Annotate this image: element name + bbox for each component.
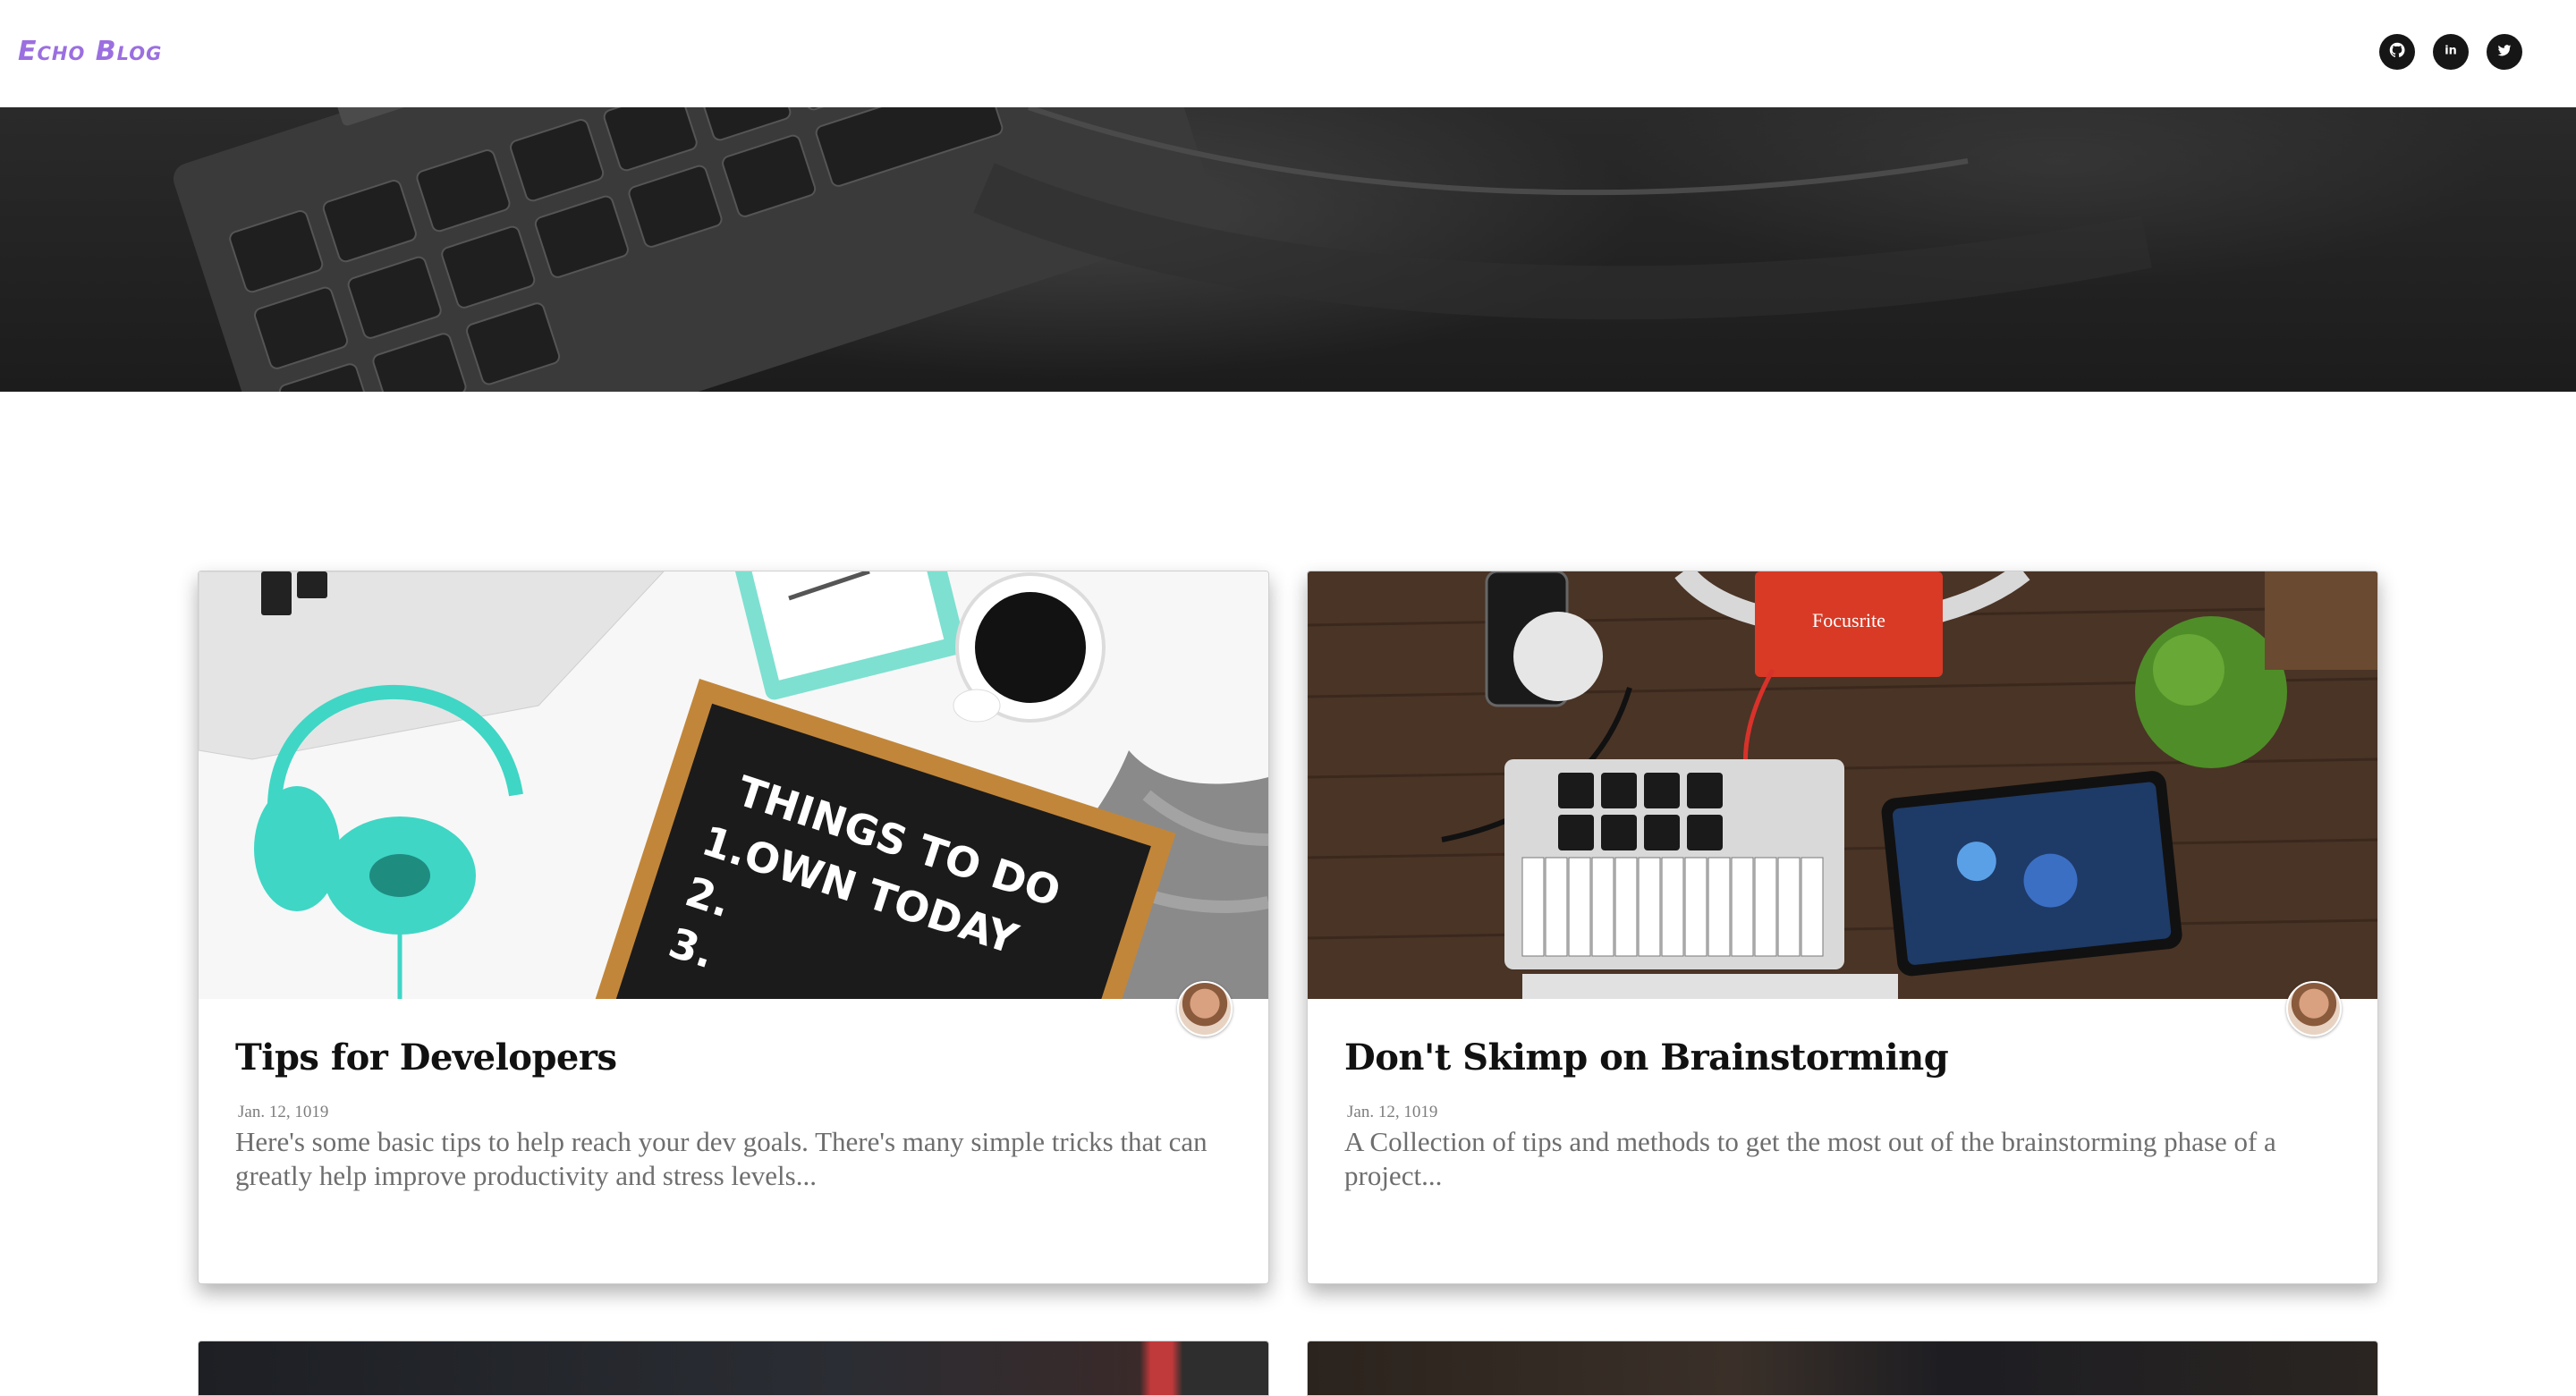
post-card-partial[interactable] [1307, 1341, 2378, 1396]
github-link[interactable] [2379, 34, 2415, 70]
music-desk-photo: Focusrite [1308, 571, 2377, 999]
letterboard-headphones-photo: THINGS TO DO 1.OWN TODAY 2. 3. [199, 571, 1268, 999]
focusrite-label: Focusrite [1812, 609, 1885, 631]
top-navbar: Echo Blog in [0, 0, 2576, 107]
social-links: in [2379, 34, 2576, 70]
linkedin-glyph: in [2445, 45, 2457, 58]
hero-keyboard-image [173, 107, 2152, 392]
github-icon [2387, 40, 2407, 63]
post-excerpt: Here's some basic tips to help reach you… [235, 1126, 1208, 1191]
post-image: THINGS TO DO 1.OWN TODAY 2. 3. [199, 571, 1268, 999]
post-card[interactable]: THINGS TO DO 1.OWN TODAY 2. 3. Tips for … [198, 571, 1269, 1284]
hero-banner [0, 107, 2576, 392]
post-title[interactable]: Tips for Developers [235, 1036, 617, 1079]
brand-logo-link[interactable]: Echo Blog [18, 36, 162, 67]
post-excerpt: A Collection of tips and methods to get … [1344, 1126, 2276, 1191]
twitter-link[interactable] [2487, 34, 2522, 70]
post-card[interactable]: Focusrite Don't Skimp on Brainstorming J… [1307, 571, 2378, 1284]
post-title[interactable]: Don't Skimp on Brainstorming [1344, 1036, 1949, 1079]
post-date: Jan. 12, 1019 [1347, 1103, 1438, 1121]
author-avatar[interactable] [2286, 981, 2342, 1036]
post-card-partial[interactable] [198, 1341, 1269, 1396]
post-image: Focusrite [1308, 571, 2377, 999]
author-avatar[interactable] [1177, 981, 1233, 1036]
twitter-icon [2495, 40, 2514, 63]
linkedin-link[interactable]: in [2433, 34, 2469, 70]
linkedin-icon: in [2441, 40, 2461, 63]
post-date: Jan. 12, 1019 [238, 1103, 329, 1121]
